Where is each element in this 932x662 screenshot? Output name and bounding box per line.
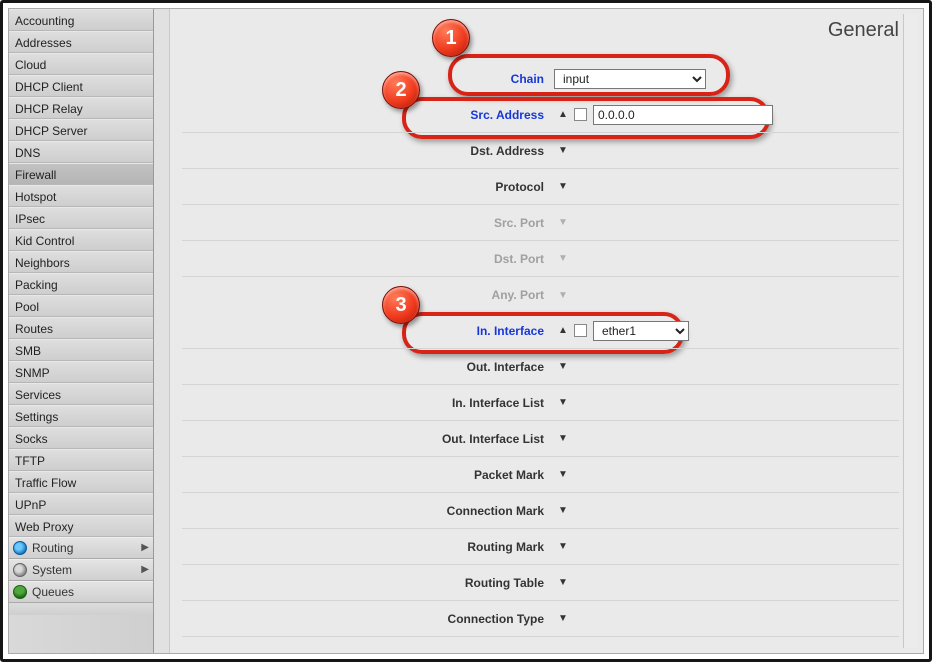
badge-1: 1	[432, 19, 470, 57]
row-dst-address: Dst. Address ▼	[182, 133, 899, 169]
badge-3: 3	[382, 286, 420, 324]
chevron-down-icon[interactable]: ▼	[555, 612, 571, 626]
chevron-up-icon[interactable]: ▲	[555, 324, 571, 338]
label-dst-address: Dst. Address	[184, 144, 554, 158]
chevron-down-icon: ▼	[555, 216, 571, 230]
label-routing-mark: Routing Mark	[184, 540, 554, 554]
row-out-iflist: Out. Interface List ▼	[182, 421, 899, 457]
sidebar-item-cloud[interactable]: Cloud	[9, 53, 153, 75]
sidebar: Accounting Addresses Cloud DHCP Client D…	[9, 9, 154, 653]
label-conn-type: Connection Type	[184, 612, 554, 626]
row-chain: Chain input	[182, 61, 899, 97]
chevron-down-icon: ▼	[555, 288, 571, 302]
sidebar-item-neighbors[interactable]: Neighbors	[9, 251, 153, 273]
form: Chain input Src. Address ▲ Dst. Address …	[182, 61, 899, 645]
sidebar-item-pool[interactable]: Pool	[9, 295, 153, 317]
label-packet-mark: Packet Mark	[184, 468, 554, 482]
row-conn-type: Connection Type ▼	[182, 601, 899, 637]
sidebar-item-smb[interactable]: SMB	[9, 339, 153, 361]
row-packet-mark: Packet Mark ▼	[182, 457, 899, 493]
row-in-iflist: In. Interface List ▼	[182, 385, 899, 421]
label-conn-mark: Connection Mark	[184, 504, 554, 518]
chevron-down-icon[interactable]: ▼	[555, 468, 571, 482]
sidebar-group-system[interactable]: System ▶	[9, 559, 153, 581]
label-in-iflist: In. Interface List	[184, 396, 554, 410]
sidebar-group-label: Routing	[32, 537, 73, 559]
label-out-iflist: Out. Interface List	[184, 432, 554, 446]
chevron-down-icon[interactable]: ▼	[555, 504, 571, 518]
page-title: General	[828, 19, 899, 42]
vertical-scrollbar[interactable]	[903, 14, 918, 648]
sidebar-item-dhcp-client[interactable]: DHCP Client	[9, 75, 153, 97]
sidebar-item-firewall[interactable]: Firewall	[9, 163, 153, 185]
sidebar-item-addresses[interactable]: Addresses	[9, 31, 153, 53]
sidebar-item-packing[interactable]: Packing	[9, 273, 153, 295]
sidebar-item-snmp[interactable]: SNMP	[9, 361, 153, 383]
row-out-interface: Out. Interface ▼	[182, 349, 899, 385]
row-conn-mark: Connection Mark ▼	[182, 493, 899, 529]
chevron-right-icon: ▶	[141, 559, 149, 581]
row-src-address: Src. Address ▲	[182, 97, 899, 133]
label-any-port: Any. Port	[184, 288, 554, 302]
sidebar-item-hotspot[interactable]: Hotspot	[9, 185, 153, 207]
tree-icon	[13, 585, 27, 599]
sidebar-item-socks[interactable]: Socks	[9, 427, 153, 449]
sidebar-item-ipsec[interactable]: IPsec	[9, 207, 153, 229]
chevron-down-icon[interactable]: ▼	[555, 576, 571, 590]
negate-checkbox[interactable]	[574, 108, 587, 121]
sidebar-item-upnp[interactable]: UPnP	[9, 493, 153, 515]
sidebar-group-routing[interactable]: Routing ▶	[9, 537, 153, 559]
negate-checkbox[interactable]	[574, 324, 587, 337]
sidebar-item-accounting[interactable]: Accounting	[9, 9, 153, 31]
label-protocol: Protocol	[184, 180, 554, 194]
routing-icon	[13, 541, 27, 555]
sidebar-item-dhcp-relay[interactable]: DHCP Relay	[9, 97, 153, 119]
left-gutter	[154, 9, 170, 653]
label-routing-table: Routing Table	[184, 576, 554, 590]
chevron-down-icon[interactable]: ▼	[555, 360, 571, 374]
label-out-interface: Out. Interface	[184, 360, 554, 374]
row-routing-table: Routing Table ▼	[182, 565, 899, 601]
chevron-right-icon: ▶	[141, 537, 149, 559]
label-in-interface[interactable]: In. Interface	[477, 324, 544, 338]
chevron-down-icon[interactable]: ▼	[555, 540, 571, 554]
label-dst-port: Dst. Port	[184, 252, 554, 266]
sidebar-item-web-proxy[interactable]: Web Proxy	[9, 515, 153, 537]
sidebar-item-traffic-flow[interactable]: Traffic Flow	[9, 471, 153, 493]
chain-select[interactable]: input	[554, 69, 706, 89]
sidebar-group-label: System	[32, 559, 72, 581]
sidebar-group-queues[interactable]: Queues	[9, 581, 153, 603]
main-panel: General 1 2 3 Chain input Src. Address	[154, 9, 923, 653]
chevron-down-icon[interactable]: ▼	[555, 144, 571, 158]
sidebar-group-label: Queues	[32, 581, 74, 603]
gear-icon	[13, 563, 27, 577]
row-routing-mark: Routing Mark ▼	[182, 529, 899, 565]
sidebar-item-settings[interactable]: Settings	[9, 405, 153, 427]
row-dst-port: Dst. Port ▼	[182, 241, 899, 277]
chevron-down-icon[interactable]: ▼	[555, 396, 571, 410]
label-chain[interactable]: Chain	[511, 72, 544, 86]
chevron-down-icon[interactable]: ▼	[555, 432, 571, 446]
badge-2: 2	[382, 71, 420, 109]
sidebar-item-routes[interactable]: Routes	[9, 317, 153, 339]
chevron-up-icon[interactable]: ▲	[555, 108, 571, 122]
sidebar-item-tftp[interactable]: TFTP	[9, 449, 153, 471]
chevron-down-icon[interactable]: ▼	[555, 180, 571, 194]
in-interface-select[interactable]: ether1	[593, 321, 689, 341]
src-address-input[interactable]	[593, 105, 773, 125]
row-any-port: Any. Port ▼	[182, 277, 899, 313]
chevron-down-icon: ▼	[555, 252, 571, 266]
sidebar-item-dns[interactable]: DNS	[9, 141, 153, 163]
label-src-address[interactable]: Src. Address	[470, 108, 544, 122]
sidebar-item-kid-control[interactable]: Kid Control	[9, 229, 153, 251]
label-src-port: Src. Port	[184, 216, 554, 230]
sidebar-item-dhcp-server[interactable]: DHCP Server	[9, 119, 153, 141]
sidebar-item-services[interactable]: Services	[9, 383, 153, 405]
row-in-interface: In. Interface ▲ ether1	[182, 313, 899, 349]
row-protocol: Protocol ▼	[182, 169, 899, 205]
row-src-port: Src. Port ▼	[182, 205, 899, 241]
